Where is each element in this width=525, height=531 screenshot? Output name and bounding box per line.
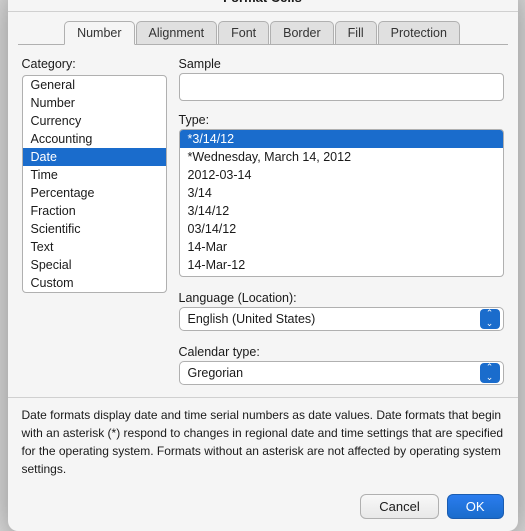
category-item-percentage[interactable]: Percentage [23, 184, 166, 202]
category-item-number[interactable]: Number [23, 94, 166, 112]
type-item[interactable]: 14-Mar-12 [180, 256, 503, 274]
main-content: Category: GeneralNumberCurrencyAccountin… [8, 45, 518, 397]
language-select[interactable]: English (United States)English (UK)Frenc… [179, 307, 504, 331]
button-bar: Cancel OK [8, 488, 518, 531]
type-section: Type: *3/14/12*Wednesday, March 14, 2012… [179, 109, 504, 277]
category-heading: Category: [22, 57, 167, 71]
category-item-general[interactable]: General [23, 76, 166, 94]
tab-fill[interactable]: Fill [335, 21, 377, 44]
type-list[interactable]: *3/14/12*Wednesday, March 14, 20122012-0… [179, 129, 504, 277]
category-item-text[interactable]: Text [23, 238, 166, 256]
category-item-accounting[interactable]: Accounting [23, 130, 166, 148]
category-item-fraction[interactable]: Fraction [23, 202, 166, 220]
cancel-button[interactable]: Cancel [360, 494, 438, 519]
tab-border[interactable]: Border [270, 21, 334, 44]
tab-protection[interactable]: Protection [378, 21, 460, 44]
type-item[interactable]: 2012-03-14 [180, 166, 503, 184]
tab-number[interactable]: Number [64, 21, 134, 45]
calendar-select[interactable]: GregorianIslamicJapaneseHebrew [179, 361, 504, 385]
sample-label: Sample [179, 57, 504, 71]
calendar-section: Calendar type: GregorianIslamicJapaneseH… [179, 339, 504, 385]
type-item[interactable]: 03/14/12 [180, 220, 503, 238]
type-item[interactable]: *Wednesday, March 14, 2012 [180, 148, 503, 166]
sample-section: Sample [179, 57, 504, 101]
category-item-date[interactable]: Date [23, 148, 166, 166]
type-item[interactable]: 14-Mar [180, 238, 503, 256]
description-text: Date formats display date and time seria… [8, 397, 518, 488]
category-list: GeneralNumberCurrencyAccountingDateTimeP… [22, 75, 167, 293]
category-item-time[interactable]: Time [23, 166, 166, 184]
calendar-select-wrapper: GregorianIslamicJapaneseHebrew [179, 361, 504, 385]
type-item[interactable]: *3/14/12 [180, 130, 503, 148]
tab-alignment[interactable]: Alignment [136, 21, 218, 44]
category-item-scientific[interactable]: Scientific [23, 220, 166, 238]
type-item[interactable]: 3/14 [180, 184, 503, 202]
language-label: Language (Location): [179, 291, 504, 305]
category-item-currency[interactable]: Currency [23, 112, 166, 130]
category-panel: Category: GeneralNumberCurrencyAccountin… [22, 57, 167, 385]
format-options-panel: Sample Type: *3/14/12*Wednesday, March 1… [179, 57, 504, 385]
ok-button[interactable]: OK [447, 494, 504, 519]
sample-box [179, 73, 504, 101]
category-item-special[interactable]: Special [23, 256, 166, 274]
format-cells-dialog: Format Cells NumberAlignmentFontBorderFi… [8, 0, 518, 531]
language-select-wrapper: English (United States)English (UK)Frenc… [179, 307, 504, 331]
tab-bar: NumberAlignmentFontBorderFillProtection [8, 12, 518, 44]
type-label: Type: [179, 113, 504, 127]
language-section: Language (Location): English (United Sta… [179, 285, 504, 331]
tab-font[interactable]: Font [218, 21, 269, 44]
calendar-label: Calendar type: [179, 345, 504, 359]
type-item[interactable]: 3/14/12 [180, 202, 503, 220]
category-item-custom[interactable]: Custom [23, 274, 166, 292]
dialog-title: Format Cells [8, 0, 518, 12]
